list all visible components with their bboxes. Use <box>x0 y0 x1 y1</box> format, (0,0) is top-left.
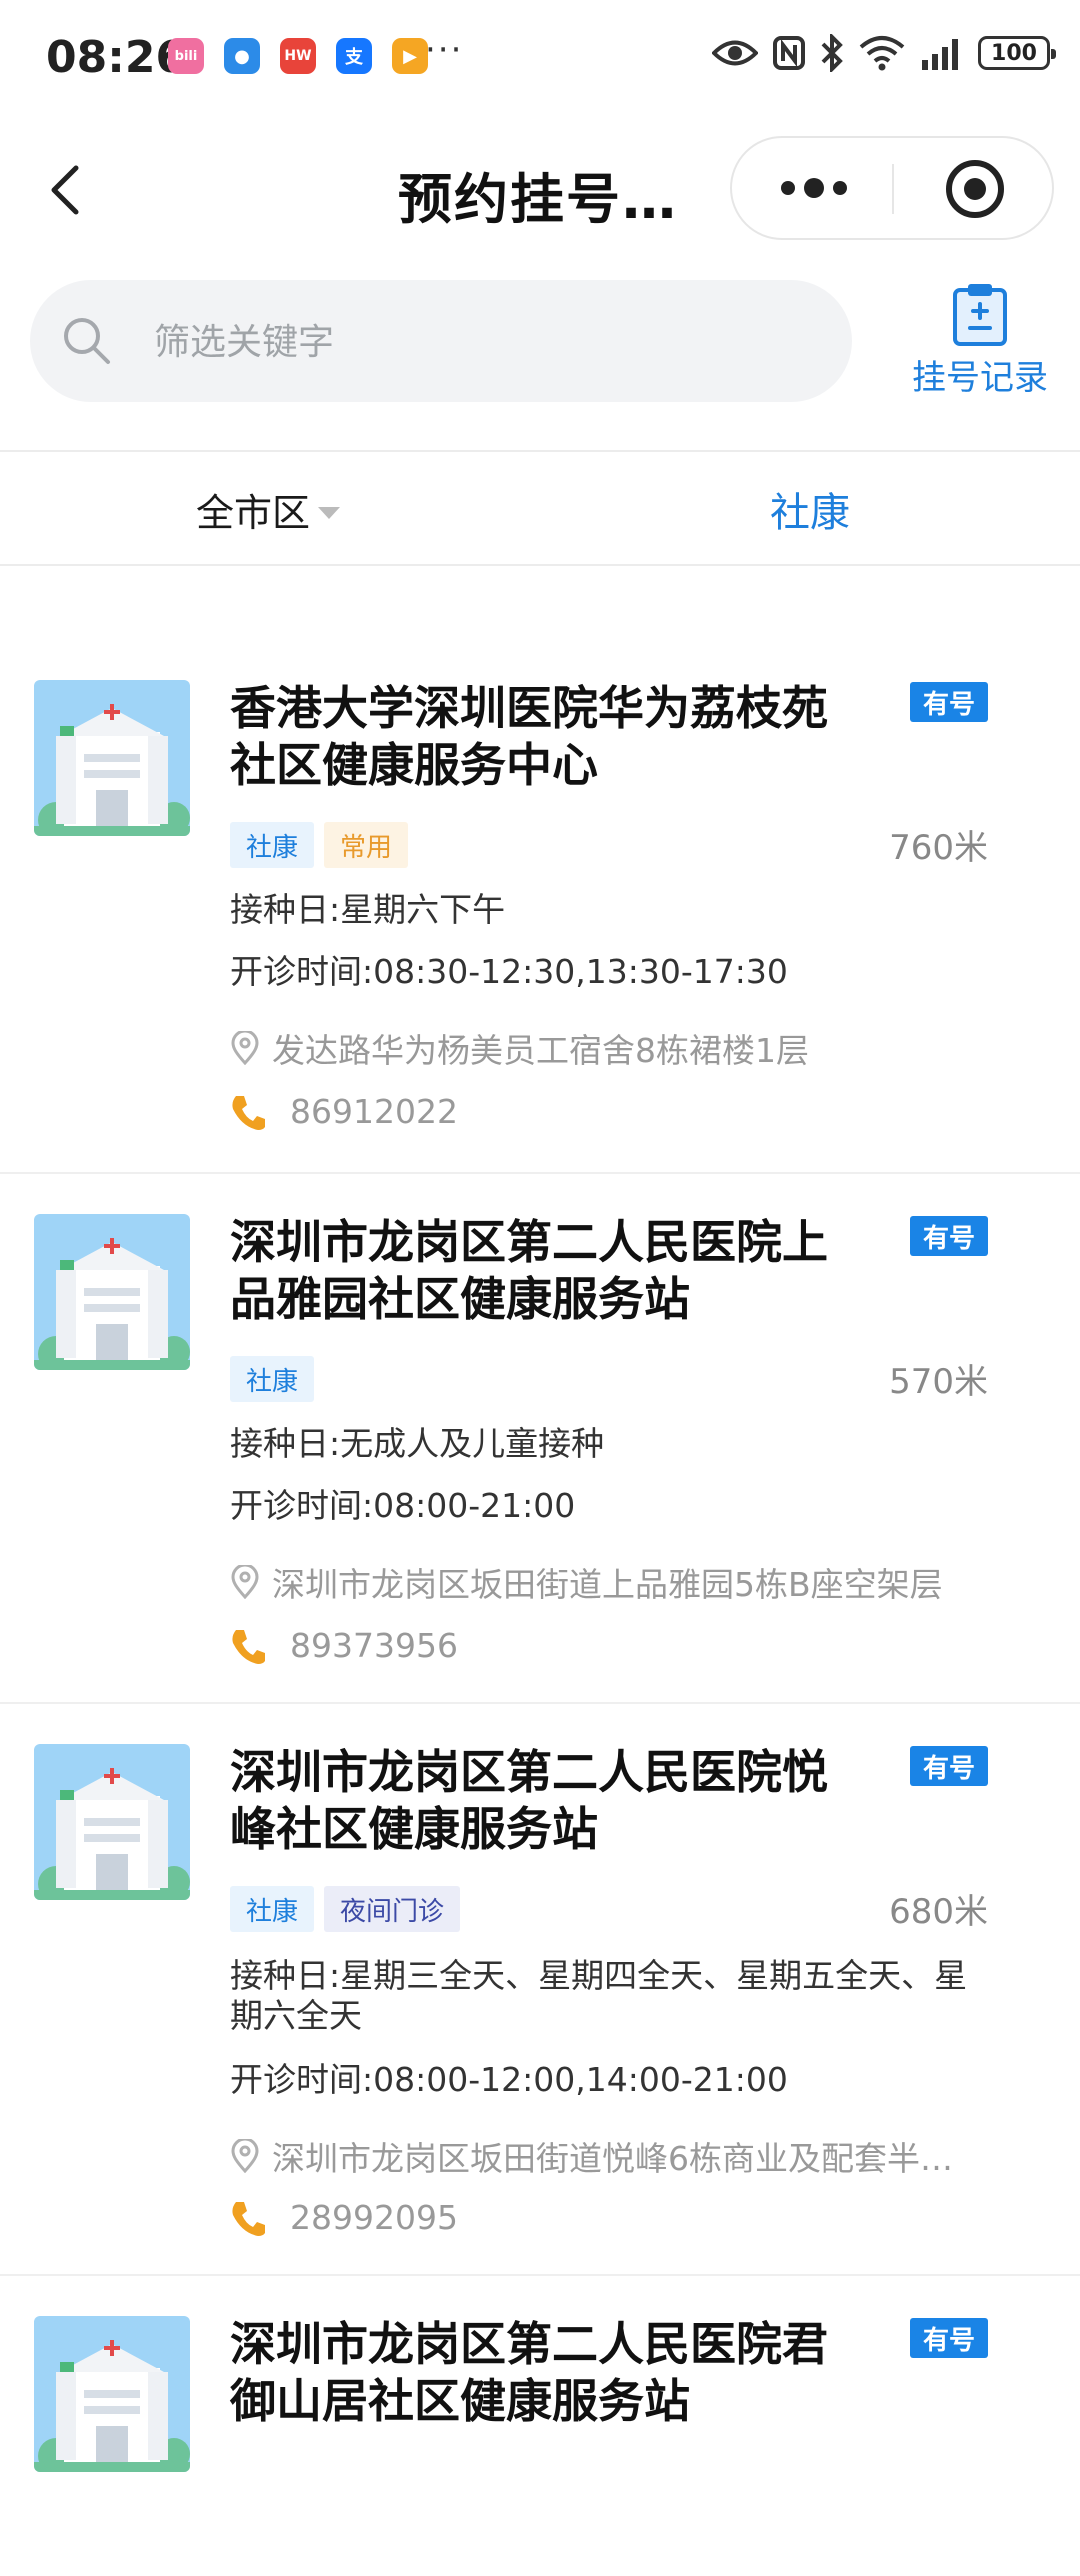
hospital-thumbnail <box>34 2316 190 2472</box>
address-text: 深圳市龙岗区坂田街道悦峰6栋商业及配套半… <box>272 2139 953 2178</box>
phone-number: 89373956 <box>290 1626 458 1665</box>
back-icon[interactable] <box>42 162 90 218</box>
more-options-icon[interactable] <box>774 168 854 208</box>
address[interactable]: 发达路华为杨美员工宿舍8栋裙楼1层 <box>230 1024 990 1072</box>
address-text: 深圳市龙岗区坂田街道上品雅园5栋B座空架层 <box>272 1565 943 1604</box>
video-app-icon: ▶ <box>392 38 428 74</box>
location-pin-icon <box>231 1565 259 1599</box>
phone[interactable]: 28992095 <box>230 2198 458 2237</box>
phone-icon <box>232 1095 265 1130</box>
status-time: 08:26 <box>46 32 187 83</box>
district-filter[interactable]: 全市区 <box>196 482 341 537</box>
hospital-building-icon <box>34 1214 190 1370</box>
alipay-icon: 支 <box>336 38 372 74</box>
battery-icon: 100 <box>978 36 1056 70</box>
distance: 570米 <box>889 1362 988 1402</box>
hospital-thumbnail <box>34 680 190 836</box>
close-mini-program-icon[interactable] <box>944 158 1006 220</box>
tag-list: 社康 夜间门诊 <box>230 1886 461 1932</box>
clipboard-icon <box>953 284 1007 346</box>
search-input[interactable] <box>152 280 806 404</box>
hospital-building-icon <box>34 680 190 836</box>
phone-icon <box>232 2201 265 2236</box>
address[interactable]: 深圳市龙岗区坂田街道上品雅园5栋B座空架层 <box>230 1558 990 1606</box>
location-pin-icon <box>231 1031 259 1065</box>
hospital-thumbnail <box>34 1214 190 1370</box>
hospital-name: 深圳市龙岗区第二人民医院悦峰社区健康服务站 <box>230 1745 828 1856</box>
phone-number: 86912022 <box>290 1092 458 1131</box>
caret-down-icon <box>318 506 341 519</box>
register-record-label: 挂号记录 <box>912 358 1048 398</box>
bilibili-icon: bili <box>168 38 204 74</box>
page-title: 预约挂号… <box>398 168 678 231</box>
opening-hours: 开诊时间:08:00-21:00 <box>230 1486 576 1525</box>
distance: 680米 <box>889 1892 988 1932</box>
hospital-building-icon <box>34 2316 190 2472</box>
hospital-card[interactable]: 深圳市龙岗区第二人民医院悦峰社区健康服务站 有号 社康 夜间门诊 680米 接种… <box>0 1704 1080 2276</box>
address[interactable]: 深圳市龙岗区坂田街道悦峰6栋商业及配套半… <box>230 2132 990 2180</box>
hospital-card[interactable]: 深圳市龙岗区第二人民医院上品雅园社区健康服务站 有号 社康 570米 接种日:无… <box>0 1174 1080 1704</box>
nav-bar: 预约挂号… <box>0 130 1080 250</box>
browser-icon: ● <box>224 38 260 74</box>
tag: 夜间门诊 <box>324 1886 461 1932</box>
phone-icon <box>232 1629 265 1664</box>
notification-icons: bili ● HW 支 ▶ <box>168 38 428 74</box>
distance: 760米 <box>889 828 988 868</box>
vaccination-day: 接种日:星期六下午 <box>230 890 506 929</box>
availability-badge: 有号 <box>910 682 988 722</box>
signal-icon <box>922 39 958 70</box>
hospital-thumbnail <box>34 1744 190 1900</box>
hospital-card[interactable]: 深圳市龙岗区第二人民医院君御山居社区健康服务站 有号 <box>0 2276 1080 2576</box>
wifi-icon <box>859 36 905 71</box>
phone[interactable]: 89373956 <box>230 1626 458 1665</box>
availability-badge: 有号 <box>910 1746 988 1786</box>
tag: 社康 <box>230 1886 315 1932</box>
huawei-store-icon: HW <box>280 38 316 74</box>
eye-icon <box>712 40 758 66</box>
search-icon <box>64 318 110 364</box>
nfc-icon <box>773 36 805 70</box>
opening-hours: 开诊时间:08:00-12:00,14:00-21:00 <box>230 2060 788 2099</box>
hospital-building-icon <box>34 1744 190 1900</box>
vaccination-day: 接种日:星期三全天、星期四全天、星期五全天、星期六全天 <box>230 1956 968 2035</box>
tag: 社康 <box>230 822 315 868</box>
capsule-divider <box>892 164 894 214</box>
status-bar: 08:26 bili ● HW 支 ▶ ··· 100 <box>0 0 1080 120</box>
availability-badge: 有号 <box>910 1216 988 1256</box>
opening-hours: 开诊时间:08:30-12:30,13:30-17:30 <box>230 952 788 991</box>
tag-list: 社康 常用 <box>230 822 409 868</box>
bluetooth-icon <box>821 34 843 72</box>
tag-list: 社康 <box>230 1356 315 1402</box>
mini-program-capsule <box>730 136 1054 240</box>
hospital-list: 香港大学深圳医院华为荔枝苑社区健康服务中心 有号 社康 常用 760米 接种日:… <box>0 680 1080 2576</box>
search-bar <box>30 280 852 404</box>
phone[interactable]: 86912022 <box>230 1092 458 1131</box>
phone-number: 28992095 <box>290 2198 458 2237</box>
hospital-name: 香港大学深圳医院华为荔枝苑社区健康服务中心 <box>230 681 828 792</box>
more-notifications-icon: ··· <box>425 30 464 70</box>
tag: 社康 <box>230 1356 315 1402</box>
address-text: 发达路华为杨美员工宿舍8栋裙楼1层 <box>272 1031 809 1070</box>
type-filter[interactable]: 社康 <box>770 480 850 538</box>
hospital-name: 深圳市龙岗区第二人民医院上品雅园社区健康服务站 <box>230 1215 828 1326</box>
vaccination-day: 接种日:无成人及儿童接种 <box>230 1424 605 1463</box>
availability-badge: 有号 <box>910 2318 988 2358</box>
filter-bar: 全市区 社康 <box>0 450 1080 566</box>
tag: 常用 <box>324 822 409 868</box>
hospital-card[interactable]: 香港大学深圳医院华为荔枝苑社区健康服务中心 有号 社康 常用 760米 接种日:… <box>0 680 1080 1174</box>
location-pin-icon <box>231 2139 259 2173</box>
hospital-name: 深圳市龙岗区第二人民医院君御山居社区健康服务站 <box>230 2317 828 2428</box>
district-filter-label: 全市区 <box>196 491 311 535</box>
register-record-button[interactable]: 挂号记录 <box>900 282 1060 402</box>
system-icons: 100 <box>712 34 1056 72</box>
